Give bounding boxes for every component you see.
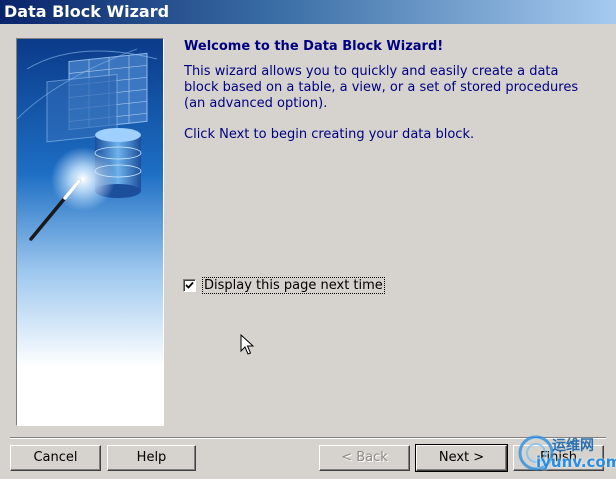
window-title-bar[interactable]: Data Block Wizard — [0, 0, 616, 24]
display-page-option[interactable]: Display this page next time — [183, 276, 385, 294]
finish-button[interactable]: Finish — [513, 445, 604, 471]
next-button[interactable]: Next > — [415, 444, 508, 472]
help-button[interactable]: Help — [107, 445, 196, 471]
window-title: Data Block Wizard — [4, 2, 170, 21]
back-button[interactable]: < Back — [319, 445, 410, 471]
display-page-label[interactable]: Display this page next time — [202, 276, 385, 294]
cancel-button[interactable]: Cancel — [10, 445, 101, 471]
wizard-illustration-panel — [16, 38, 164, 426]
button-separator — [10, 437, 606, 439]
wizard-description: This wizard allows you to quickly and ea… — [184, 64, 579, 111]
display-page-checkbox[interactable] — [183, 278, 196, 292]
database-wand-icon — [17, 39, 163, 425]
welcome-heading: Welcome to the Data Block Wizard! — [184, 39, 444, 54]
check-icon — [185, 281, 194, 289]
arrow-cursor-icon — [240, 333, 255, 360]
next-hint-text: Click Next to begin creating your data b… — [184, 127, 475, 142]
